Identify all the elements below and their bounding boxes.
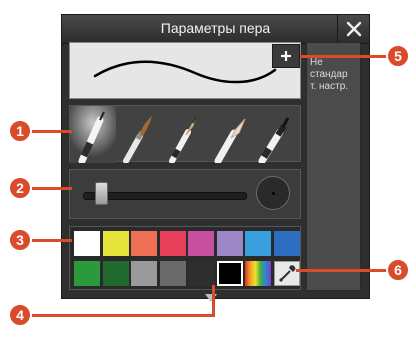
chisel-pen-icon — [214, 118, 246, 165]
eyedropper-icon — [278, 265, 295, 283]
callout-line-4-horizontal — [24, 314, 215, 317]
dialog-title: Параметры пера — [160, 20, 271, 36]
custom-settings-panel[interactable]: Не стандар т. настр. — [306, 42, 361, 291]
color-swatch[interactable] — [74, 231, 100, 256]
color-spectrum-button[interactable] — [245, 261, 271, 286]
color-swatch[interactable] — [159, 231, 186, 256]
pencil-icon — [169, 116, 197, 164]
callout-4: 4 — [8, 303, 32, 327]
brush-icon — [123, 116, 152, 164]
close-button[interactable] — [337, 15, 369, 43]
color-swatch[interactable] — [159, 261, 186, 286]
size-preview — [256, 176, 290, 210]
marker-icon — [258, 117, 290, 165]
stroke-preview — [69, 42, 301, 99]
pen-type-marker[interactable] — [254, 106, 300, 165]
pen-type-brush[interactable] — [116, 106, 162, 164]
color-swatch[interactable] — [216, 231, 243, 256]
add-preset-button[interactable] — [272, 44, 300, 68]
color-palette — [69, 226, 301, 290]
callout-6: 6 — [386, 258, 410, 282]
pen-type-selector — [69, 105, 301, 165]
plus-icon — [281, 51, 291, 61]
size-slider-thumb[interactable] — [95, 182, 108, 205]
callout-2: 2 — [8, 176, 32, 200]
expand-arrow-icon[interactable] — [205, 294, 217, 302]
pen-type-pen[interactable] — [70, 106, 116, 165]
eyedropper-button[interactable] — [273, 261, 300, 286]
side-panel-line-3: т. настр. — [310, 81, 349, 92]
color-swatch[interactable] — [188, 231, 214, 256]
callout-1: 1 — [8, 119, 32, 143]
callout-3: 3 — [8, 228, 32, 252]
callout-line-4-vertical — [212, 285, 215, 315]
callout-5: 5 — [386, 44, 410, 68]
callout-line-5 — [300, 55, 396, 58]
close-icon — [346, 21, 362, 37]
side-panel-line-1: Не — [310, 57, 323, 68]
pen-type-chisel[interactable] — [208, 106, 254, 165]
color-swatch[interactable] — [131, 231, 157, 256]
stroke-sample — [93, 60, 277, 84]
pen-type-pencil[interactable] — [162, 106, 208, 164]
callout-line-6 — [296, 269, 396, 272]
color-swatch[interactable] — [102, 261, 129, 286]
pen-size-control — [69, 169, 301, 219]
color-swatch-selected[interactable] — [216, 261, 243, 286]
color-swatch[interactable] — [273, 231, 300, 256]
color-swatch[interactable] — [245, 231, 271, 256]
color-swatch[interactable] — [131, 261, 157, 286]
color-swatch[interactable] — [102, 231, 129, 256]
color-swatch[interactable] — [188, 261, 214, 286]
size-preview-dot — [272, 192, 275, 195]
side-panel-line-2: стандар — [310, 69, 348, 80]
color-swatch[interactable] — [74, 261, 100, 286]
dialog-titlebar: Параметры пера — [62, 15, 369, 44]
pen-icon — [70, 106, 116, 165]
